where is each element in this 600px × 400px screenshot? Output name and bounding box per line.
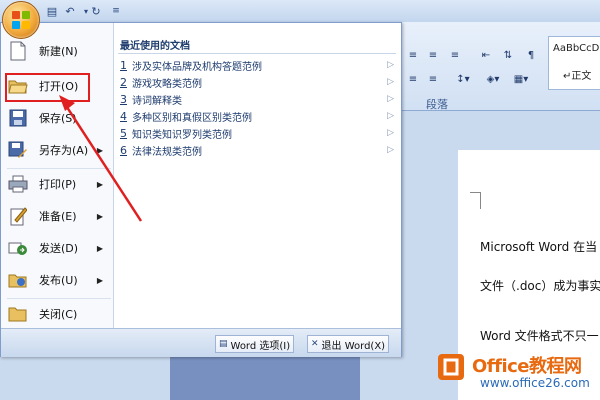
document-side-panel: [170, 352, 360, 400]
office-menu: 新建(N) 打开(O) 保存(S) 另存为(A) ▶ 打印(P) ▶ 准备(E)…: [0, 22, 402, 357]
bullets-icon[interactable]: ≡: [404, 46, 422, 64]
show-marks-icon[interactable]: ¶: [522, 46, 540, 64]
customize-toolbar-icon[interactable]: ≡: [108, 3, 124, 19]
options-icon: ▤: [219, 339, 228, 349]
recent-documents-panel: 最近使用的文档 1 涉及实体品牌及机构答题范例 ▷ 2 游戏攻略类范例 ▷ 3 …: [59, 23, 401, 328]
annotation-arrow: [59, 95, 143, 222]
style-name: ↵正文: [563, 71, 592, 82]
document-line-3: Word 文件格式不只一: [480, 329, 599, 343]
sort-icon[interactable]: ⇅: [498, 46, 518, 64]
decrease-indent-icon[interactable]: ⇤: [476, 46, 496, 64]
align-left-icon[interactable]: ≡: [404, 70, 422, 88]
ribbon-paragraph-area: ≡ ≡ ≡ ⇤ ⇅ ¶ ≡ ≡ ↕▾ ◈▾ ▦▾ 段落 AaBbCcD ↵正文: [398, 22, 600, 111]
watermark-url: www.office26.com: [480, 376, 590, 390]
align-center-icon[interactable]: ≡: [424, 70, 442, 88]
shading-icon[interactable]: ◈▾: [480, 70, 506, 88]
quick-access-toolbar: ▤ ↶ ▾ ↻ ≡: [0, 0, 600, 23]
redo-icon[interactable]: ↻: [88, 3, 104, 19]
borders-icon[interactable]: ▦▾: [508, 70, 534, 88]
exit-word-label: 退出 Word(X): [321, 340, 386, 352]
multilevel-list-icon[interactable]: ≡: [446, 46, 464, 64]
paragraph-group-label: 段落: [426, 98, 448, 111]
watermark-brand: Office教程网: [472, 356, 582, 377]
numbering-icon[interactable]: ≡: [424, 46, 442, 64]
styles-gallery[interactable]: AaBbCcD ↵正文: [548, 36, 600, 90]
menu-bottom-bar: ▤ Word 选项(I) ✕ 退出 Word(X): [1, 328, 401, 357]
close-icon: ✕: [311, 339, 319, 349]
style-preview-text: AaBbCcD: [553, 43, 600, 54]
document-line-2: 文件（.doc）成为事实: [480, 279, 600, 293]
exit-word-button[interactable]: ✕ 退出 Word(X): [307, 335, 390, 353]
office-button[interactable]: [2, 1, 40, 39]
word-options-button[interactable]: ▤ Word 选项(I): [215, 335, 295, 353]
word-options-label: Word 选项(I): [230, 340, 291, 352]
line-spacing-icon[interactable]: ↕▾: [450, 70, 476, 88]
save-icon[interactable]: ▤: [44, 3, 60, 19]
page-corner-mark: [470, 192, 481, 209]
document-line-1: Microsoft Word 在当: [480, 240, 598, 254]
office-logo-icon: [12, 11, 30, 29]
office-watermark-logo-icon: [438, 354, 464, 380]
undo-icon[interactable]: ↶: [62, 3, 78, 19]
